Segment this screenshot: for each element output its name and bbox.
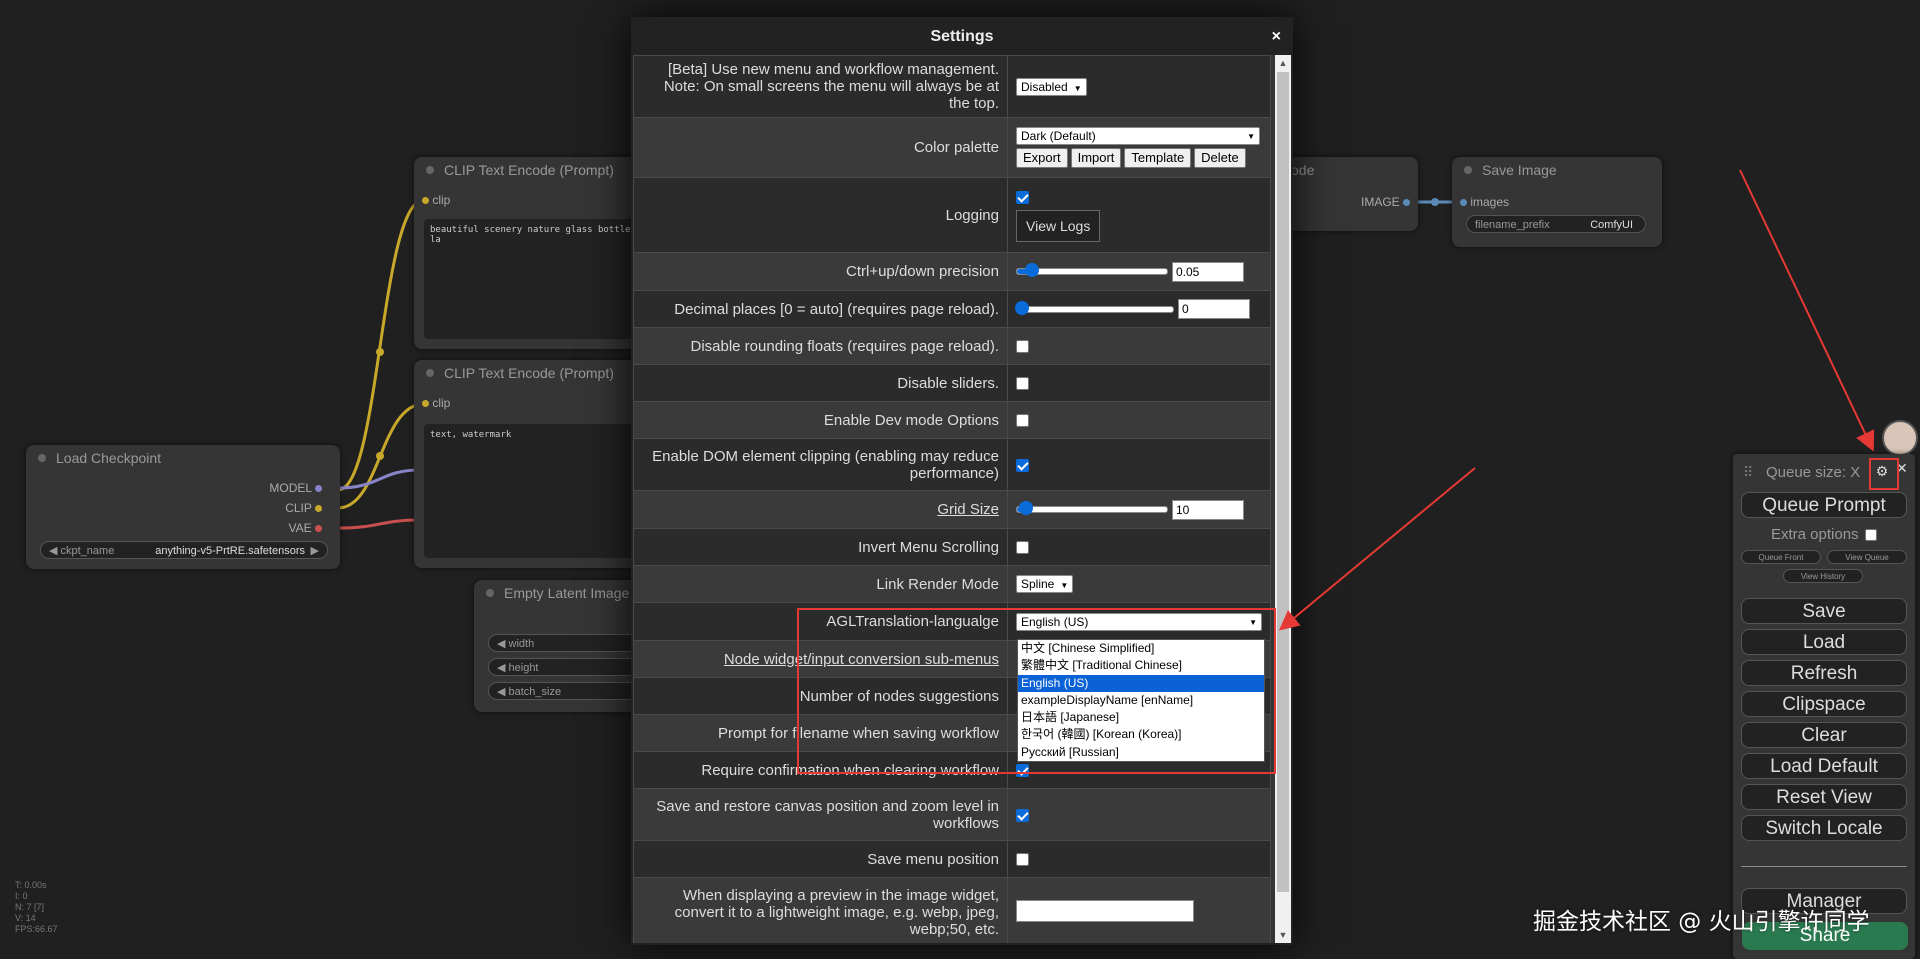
annotation-arrows [1278,169,1875,631]
